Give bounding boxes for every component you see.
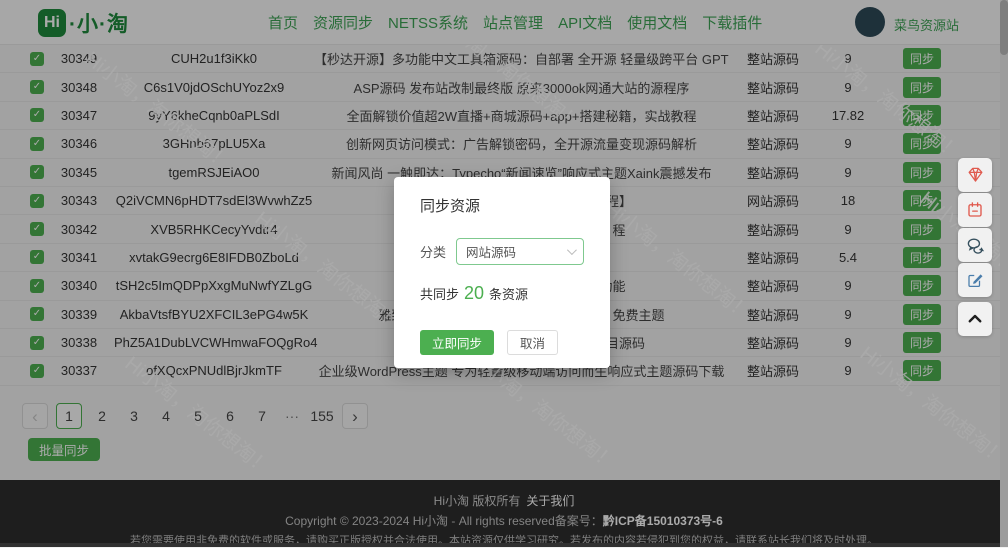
chevron-up-icon	[966, 310, 984, 328]
sync-summary: 共同步 20 条资源	[420, 283, 610, 304]
sign-in-calendar-button[interactable]	[958, 193, 992, 227]
category-label: 分类	[420, 242, 446, 261]
summary-prefix: 共同步	[420, 284, 459, 303]
chat-bubbles-icon	[966, 236, 985, 255]
category-selected-value: 网站源码	[466, 242, 516, 261]
back-to-top-button[interactable]	[958, 302, 992, 336]
sync-resource-modal: 同步资源 分类 网站源码 共同步 20 条资源 立即同步 取消	[394, 177, 610, 368]
edit-icon	[966, 271, 984, 289]
cancel-button[interactable]: 取消	[507, 330, 558, 355]
feedback-edit-button[interactable]	[958, 263, 992, 297]
comments-button[interactable]	[958, 228, 992, 262]
vip-gem-button[interactable]	[958, 158, 992, 192]
modal-title: 同步资源	[420, 195, 610, 216]
category-select[interactable]: 网站源码	[456, 238, 584, 265]
confirm-sync-button[interactable]: 立即同步	[420, 330, 494, 355]
gem-icon	[966, 166, 985, 185]
summary-count: 20	[464, 283, 484, 304]
calendar-icon	[966, 201, 984, 219]
chevron-down-icon	[567, 245, 577, 255]
summary-suffix: 条资源	[489, 284, 528, 303]
floating-toolbar	[958, 158, 992, 336]
